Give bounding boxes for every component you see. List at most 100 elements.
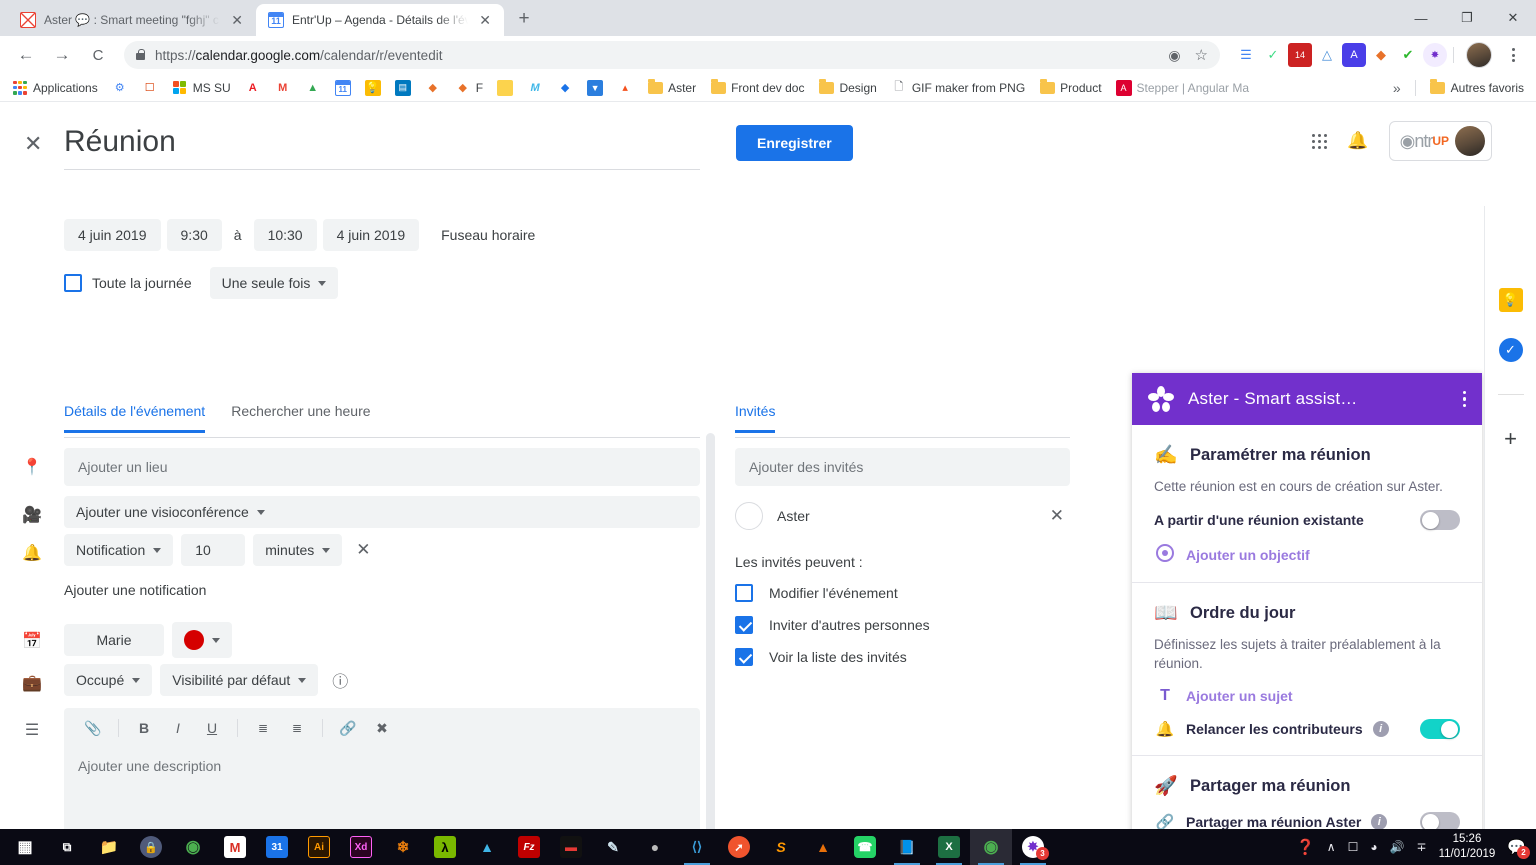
add-topic-row[interactable]: T Ajouter un sujet bbox=[1154, 687, 1460, 705]
timezone-button[interactable]: Fuseau horaire bbox=[435, 227, 541, 243]
add-notification-button[interactable]: Ajouter une notification bbox=[64, 582, 700, 598]
bookmark-ms-su[interactable]: MS SU bbox=[166, 77, 237, 99]
clear-format-icon[interactable]: ✖ bbox=[367, 713, 397, 743]
bookmark-adobe[interactable]: A bbox=[239, 77, 267, 99]
minimize-button[interactable]: — bbox=[1398, 0, 1444, 36]
checkbox[interactable] bbox=[735, 584, 753, 602]
grammar-check-icon[interactable]: ✓ bbox=[1261, 43, 1285, 67]
adobe-xd-icon[interactable]: Xd bbox=[340, 829, 382, 865]
bookmark-diamond[interactable]: ◆ bbox=[551, 77, 579, 99]
google-keep-icon[interactable]: 💡 bbox=[1498, 288, 1523, 312]
affinity-icon[interactable]: ▲ bbox=[466, 829, 508, 865]
file-explorer-icon[interactable]: 📁 bbox=[88, 829, 130, 865]
end-date-field[interactable]: 4 juin 2019 bbox=[322, 219, 420, 251]
browser-tab-1[interactable]: 11 Entr'Up – Agenda - Détails de l'év ✕ bbox=[256, 4, 504, 36]
add-objective-row[interactable]: Ajouter un objectif bbox=[1154, 544, 1460, 566]
app-blue-icon[interactable]: A bbox=[1342, 43, 1366, 67]
permission-see-guest-list[interactable]: Voir la liste des invités bbox=[735, 648, 1070, 666]
all-day-checkbox[interactable] bbox=[64, 274, 82, 292]
bookmark-product[interactable]: Product bbox=[1033, 77, 1107, 99]
aster-dots-icon[interactable]: ✸ bbox=[1423, 43, 1447, 67]
bookmark-gem-1[interactable]: ◆ bbox=[419, 77, 447, 99]
close-event-button[interactable]: ✕ bbox=[24, 131, 42, 157]
help-icon[interactable]: ❓ bbox=[1296, 838, 1315, 856]
inkscape-icon[interactable]: ● bbox=[634, 829, 676, 865]
vlc-icon[interactable]: ▲ bbox=[802, 829, 844, 865]
reload-icon[interactable]: C bbox=[83, 40, 113, 70]
rainbow-icon[interactable]: △ bbox=[1315, 43, 1339, 67]
bluetooth-icon[interactable]: ∓ bbox=[1417, 840, 1427, 854]
permission-modify-event[interactable]: Modifier l'événement bbox=[735, 584, 1070, 602]
bookmark-bug[interactable]: ⚙ bbox=[106, 77, 134, 99]
remove-guest-icon[interactable]: ✕ bbox=[1044, 506, 1070, 526]
permission-invite-others[interactable]: Inviter d'autres personnes bbox=[735, 616, 1070, 634]
start-time-field[interactable]: 9:30 bbox=[166, 219, 222, 251]
volume-icon[interactable]: 🔊 bbox=[1390, 840, 1405, 854]
bookmark-monday[interactable]: M bbox=[521, 77, 549, 99]
calendar-14-icon[interactable]: 14 bbox=[1288, 43, 1312, 67]
bookmark-gif-maker[interactable]: 🗋 GIF maker from PNG bbox=[885, 77, 1031, 99]
vscode-icon[interactable]: ⟨⟩ bbox=[676, 829, 718, 865]
bookmark-stepper-angular[interactable]: A Stepper | Angular Ma bbox=[1110, 77, 1256, 99]
aster-app-icon[interactable]: ✸ 3 bbox=[1012, 829, 1054, 865]
existing-meeting-toggle[interactable] bbox=[1420, 510, 1460, 531]
sublime-icon[interactable]: S bbox=[760, 829, 802, 865]
bookmark-bucket[interactable]: ▼ bbox=[581, 77, 609, 99]
close-window-button[interactable]: ✕ bbox=[1490, 0, 1536, 36]
google-tasks-icon[interactable]: ✓ bbox=[1498, 338, 1523, 362]
tablet-icon[interactable]: ☐ bbox=[1348, 840, 1359, 854]
reading-list-icon[interactable]: ☰ bbox=[1234, 43, 1258, 67]
notification-unit-dropdown[interactable]: minutes bbox=[253, 534, 343, 566]
bookmark-note[interactable] bbox=[491, 77, 519, 99]
google-calendar-icon[interactable]: 31 bbox=[256, 829, 298, 865]
sketch-icon[interactable]: ✎ bbox=[592, 829, 634, 865]
availability-dropdown[interactable]: Occupé bbox=[64, 664, 153, 696]
form-scrollbar[interactable] bbox=[706, 433, 715, 865]
notification-center-icon[interactable]: 💬 2 bbox=[1507, 838, 1530, 859]
bookmark-star-icon[interactable]: ☆ bbox=[1195, 46, 1208, 64]
chevron-up-icon[interactable]: ∧ bbox=[1327, 840, 1336, 854]
filezilla-icon[interactable]: Fz bbox=[508, 829, 550, 865]
bookmark-front-dev-doc[interactable]: Front dev doc bbox=[704, 77, 810, 99]
whatsapp-icon[interactable]: ☎ bbox=[844, 829, 886, 865]
onenote-icon[interactable]: 📘 bbox=[886, 829, 928, 865]
tab-find-time[interactable]: Rechercher une heure bbox=[231, 403, 370, 433]
bookmark-keep[interactable]: 💡 bbox=[359, 77, 387, 99]
bookmark-trello[interactable]: ▤ bbox=[389, 77, 417, 99]
bell-icon[interactable]: 🔔 bbox=[1347, 131, 1368, 151]
blender-icon[interactable]: ❄ bbox=[382, 829, 424, 865]
illustrator-icon[interactable]: Ai bbox=[298, 829, 340, 865]
keepass-icon[interactable]: 🔒 bbox=[130, 829, 172, 865]
excel-icon[interactable]: X bbox=[928, 829, 970, 865]
chrome-active-icon[interactable]: ◉ bbox=[970, 829, 1012, 865]
bookmarks-overflow-button[interactable]: » bbox=[1387, 80, 1407, 96]
notification-value-input[interactable]: 10 bbox=[181, 534, 246, 566]
italic-icon[interactable]: I bbox=[163, 713, 193, 743]
apps-grid-icon[interactable] bbox=[1312, 133, 1328, 149]
shield-icon[interactable]: ◉ bbox=[1168, 47, 1180, 64]
remove-notification-icon[interactable]: ✕ bbox=[350, 540, 376, 560]
help-circle-icon[interactable]: ⓘ bbox=[332, 668, 348, 692]
new-tab-button[interactable]: + bbox=[510, 5, 538, 33]
recurrence-dropdown[interactable]: Une seule fois bbox=[209, 267, 339, 299]
kebab-menu-icon[interactable] bbox=[1462, 390, 1466, 408]
gem-icon[interactable]: ◆ bbox=[1369, 43, 1393, 67]
gmail-icon[interactable]: M bbox=[214, 829, 256, 865]
bookmark-applications[interactable]: Applications bbox=[6, 77, 104, 99]
chrome-icon[interactable]: ◉ bbox=[172, 829, 214, 865]
bookmark-other-favorites[interactable]: Autres favoris bbox=[1424, 77, 1530, 99]
wifi-icon[interactable]: ◕ bbox=[1370, 840, 1377, 854]
bookmark-gmail[interactable]: M bbox=[269, 77, 297, 99]
taskbar-clock[interactable]: 15:26 11/01/2019 bbox=[1439, 832, 1496, 862]
todoist-check-icon[interactable]: ✔ bbox=[1396, 43, 1420, 67]
remind-contributors-toggle[interactable] bbox=[1420, 719, 1460, 740]
checkbox[interactable] bbox=[735, 648, 753, 666]
back-icon[interactable]: ← bbox=[11, 40, 41, 70]
bookmark-office[interactable]: ☐ bbox=[136, 77, 164, 99]
underline-icon[interactable]: U bbox=[197, 713, 227, 743]
numbered-list-icon[interactable]: ≣ bbox=[248, 713, 278, 743]
bookmark-f[interactable]: ◆ F bbox=[449, 77, 489, 99]
avatar[interactable] bbox=[1466, 42, 1492, 68]
bulleted-list-icon[interactable]: ≣ bbox=[282, 713, 312, 743]
location-input[interactable]: Ajouter un lieu bbox=[64, 448, 700, 486]
